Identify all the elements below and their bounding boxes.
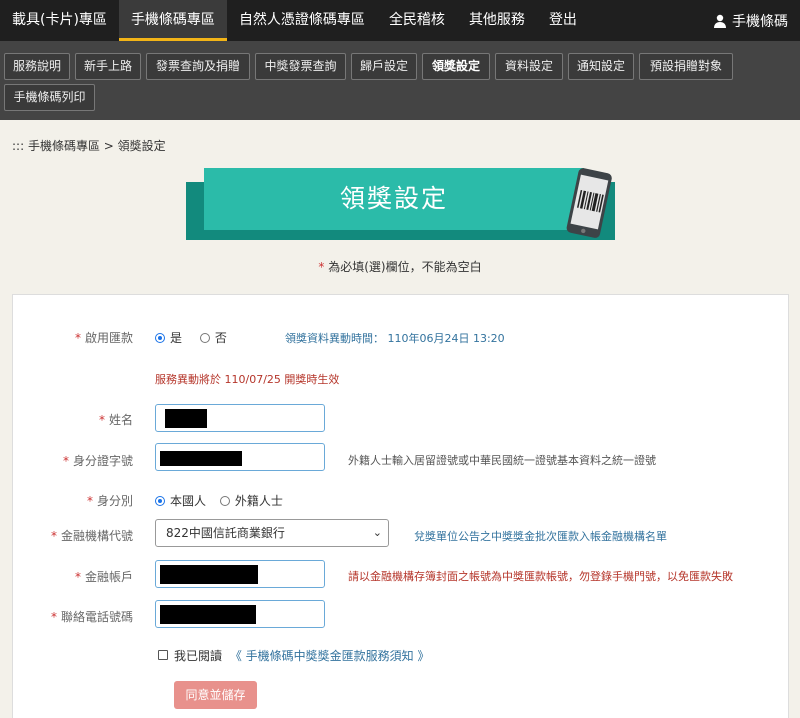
remit-no-radio[interactable] — [199, 333, 210, 343]
required-note-text: 為必填(選)欄位，不能為空白 — [328, 260, 482, 274]
required-star: * — [318, 260, 325, 274]
identity-foreign-radio[interactable] — [219, 496, 230, 506]
nav-citizen-cert[interactable]: 自然人憑證條碼專區 — [227, 0, 377, 41]
agree-terms-link[interactable]: 《 手機條碼中獎獎金匯款服務須知 》 — [230, 649, 430, 663]
sub-nav: 服務說明 新手上路 發票查詢及捐贈 中獎發票查詢 歸戶設定 領獎設定 資料設定 … — [0, 41, 800, 120]
redacted-block — [160, 565, 258, 584]
phone-label-text: 聯絡電話號碼 — [60, 610, 133, 624]
required-note: * 為必填(選)欄位，不能為空白 — [0, 258, 800, 275]
nav-audit[interactable]: 全民稽核 — [377, 0, 457, 41]
remit-no-label: 否 — [214, 331, 227, 345]
id-number-label-text: 身分證字號 — [72, 454, 133, 468]
bank-code-hint: 兌獎單位公告之中獎獎金批次匯款入帳金融機構名單 — [414, 530, 667, 543]
page-banner: 領獎設定 — [186, 168, 615, 240]
identity-local-option[interactable]: 本國人 — [155, 494, 206, 508]
chevron-down-icon: ⌄ — [372, 526, 382, 539]
id-number-label: * 身分證字號 — [62, 454, 133, 468]
remit-effective-note: 服務異動將於 110/07/25 開獎時生效 — [155, 373, 340, 386]
subnav-account-link[interactable]: 歸戶設定 — [351, 53, 417, 80]
account-label: * 金融帳戶 — [74, 570, 133, 584]
agree-text: 我已閱讀 《 手機條碼中獎獎金匯款服務須知 》 — [174, 647, 429, 664]
redacted-block — [165, 409, 207, 428]
identity-foreign-option[interactable]: 外籍人士 — [219, 494, 283, 508]
bank-code-select[interactable]: 822中國信託商業銀行 ⌄ — [155, 519, 389, 547]
id-number-input[interactable] — [155, 443, 325, 471]
remit-yes-radio[interactable] — [155, 333, 165, 343]
nav-other-services[interactable]: 其他服務 — [457, 0, 537, 41]
page-title: 領獎設定 — [204, 168, 584, 230]
name-label-text: 姓名 — [108, 413, 133, 427]
remit-radio-group: 是 否 — [155, 329, 227, 346]
subnav-service-info[interactable]: 服務說明 — [4, 53, 70, 80]
subnav-data-settings[interactable]: 資料設定 — [495, 53, 563, 80]
remit-yes-option[interactable]: 是 — [155, 331, 182, 345]
breadcrumb-path: 手機條碼專區 > 領獎設定 — [27, 139, 166, 153]
id-number-hint: 外籍人士輸入居留證號或中華民國統一證號基本資料之統一證號 — [348, 454, 656, 467]
remit-label-text: 啟用匯款 — [84, 331, 133, 345]
breadcrumb: ::: 手機條碼專區 > 領獎設定 — [12, 137, 166, 154]
phone-label: * 聯絡電話號碼 — [50, 610, 133, 624]
user-menu[interactable]: 手機條碼 — [713, 11, 800, 31]
subnav-barcode-print[interactable]: 手機條碼列印 — [4, 84, 95, 111]
remit-label: * 啟用匯款 — [74, 331, 133, 345]
nav-mobile-barcode[interactable]: 手機條碼專區 — [118, 0, 227, 41]
agree-prefix: 我已閱讀 — [174, 649, 223, 663]
user-icon — [714, 14, 726, 28]
prize-settings-form: * 啟用匯款 是 否 領獎資料異動時間： 110年06月24日 13:20 服務異… — [12, 294, 789, 718]
redacted-block — [160, 605, 256, 624]
account-hint: 請以金融機構存簿封面之帳號為中獎匯款帳號，勿登錄手機門號，以免匯款失敗 — [348, 570, 733, 583]
identity-label-text: 身分別 — [96, 494, 133, 508]
bank-code-label-text: 金融機構代號 — [60, 529, 133, 543]
subnav-prize-settings[interactable]: 領獎設定 — [422, 53, 490, 80]
nav-logout[interactable]: 登出 — [537, 0, 589, 41]
subnav-invoice-query[interactable]: 發票查詢及捐贈 — [146, 53, 250, 80]
nav-carrier-card[interactable]: 載具(卡片)專區 — [0, 0, 119, 41]
identity-radio-group: 本國人 外籍人士 — [155, 492, 283, 509]
identity-local-label: 本國人 — [170, 494, 207, 508]
user-name: 手機條碼 — [732, 13, 788, 30]
redacted-block — [160, 451, 242, 466]
remit-no-option[interactable]: 否 — [199, 331, 227, 345]
phone-input[interactable] — [155, 600, 325, 628]
phone-barcode-icon — [566, 168, 612, 238]
identity-label: * 身分別 — [86, 494, 133, 508]
subnav-getting-started[interactable]: 新手上路 — [75, 53, 141, 80]
breadcrumb-prefix: ::: — [12, 139, 25, 153]
subnav-notify-settings[interactable]: 通知設定 — [568, 53, 634, 80]
bank-code-value: 822中國信託商業銀行 — [166, 526, 285, 540]
subnav-default-donation[interactable]: 預設捐贈對象 — [639, 53, 733, 80]
agree-save-button[interactable]: 同意並儲存 — [174, 681, 257, 709]
top-nav: 載具(卡片)專區 手機條碼專區 自然人憑證條碼專區 全民稽核 其他服務 登出 手… — [0, 0, 800, 41]
subnav-prize-query[interactable]: 中獎發票查詢 — [255, 53, 346, 80]
agree-checkbox[interactable] — [158, 650, 168, 660]
name-input[interactable] — [155, 404, 325, 432]
account-label-text: 金融帳戶 — [84, 570, 133, 584]
bank-code-label: * 金融機構代號 — [50, 529, 133, 543]
identity-foreign-label: 外籍人士 — [234, 494, 283, 508]
identity-local-radio[interactable] — [155, 496, 165, 506]
remit-change-time: 領獎資料異動時間： 110年06月24日 13:20 — [285, 332, 505, 345]
account-input[interactable] — [155, 560, 325, 588]
name-label: * 姓名 — [98, 413, 133, 427]
remit-yes-label: 是 — [170, 331, 183, 345]
